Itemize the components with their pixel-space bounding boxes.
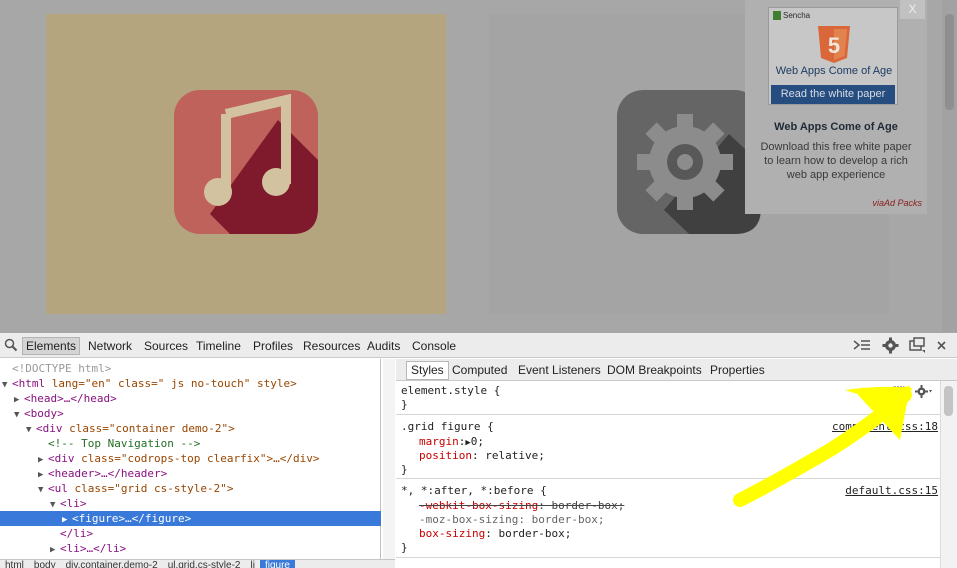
rule-selector: *, *:after, *:before { [401, 484, 547, 497]
dock-icon[interactable] [909, 337, 926, 353]
breadcrumb-item[interactable]: div.container.demo-2 [61, 560, 163, 568]
style-rule-universal[interactable]: *, *:after, *:before { default.css:15 -w… [396, 480, 941, 558]
tree-node-li-collapsed[interactable]: ▶ <li>…</li> [50, 541, 126, 556]
elements-tree[interactable]: <!DOCTYPE html> ▼ <html lang="en" class="… [0, 359, 381, 568]
tree-node-li-close[interactable]: </li> [60, 526, 93, 541]
tree-node-li[interactable]: ▼ <li> [50, 496, 87, 511]
rule-close-brace: } [401, 463, 408, 476]
collapse-arrow-icon[interactable]: ▼ [14, 408, 24, 423]
css-property-overridden[interactable]: -webkit-box-sizing: border-box; [419, 499, 624, 513]
add-rule-icon[interactable]: + [872, 384, 880, 399]
tree-node-container[interactable]: ▼ <div class="container demo-2"> [26, 421, 235, 436]
tree-node-comment[interactable]: <!-- Top Navigation --> [48, 436, 200, 451]
styles-tabs: Styles Computed Event Listeners DOM Brea… [396, 359, 957, 381]
tree-node-ul-grid[interactable]: ▼ <ul class="grid cs-style-2"> [38, 481, 233, 496]
elements-scrollbar[interactable] [383, 359, 395, 568]
rule-close-brace: } [401, 398, 408, 411]
collapse-arrow-icon[interactable]: ▼ [2, 378, 12, 393]
breadcrumb-item[interactable]: ul.grid.cs-style-2 [163, 560, 246, 568]
expand-arrow-icon[interactable]: ▶ [50, 543, 60, 558]
tab-properties[interactable]: Properties [710, 363, 765, 377]
tab-resources[interactable]: Resources [303, 339, 360, 353]
svg-text:5: 5 [828, 33, 840, 58]
tab-profiles[interactable]: Profiles [253, 339, 293, 353]
tree-node-figure[interactable]: ▶ <figure>…</figure> [62, 511, 191, 526]
web-page-viewport: Sencha 5 Web Apps Come of Age Read the w… [0, 0, 957, 332]
collapse-arrow-icon[interactable]: ▼ [26, 423, 36, 438]
tab-audits[interactable]: Audits [367, 339, 400, 353]
tab-event-listeners[interactable]: Event Listeners [518, 363, 601, 377]
css-property[interactable]: box-sizing: border-box; [419, 527, 571, 541]
tree-node-header[interactable]: ▶ <header>…</header> [38, 466, 167, 481]
search-icon[interactable] [4, 338, 18, 352]
page-scrollbar[interactable] [942, 0, 957, 332]
html5-shield-icon: 5 [818, 26, 850, 63]
breadcrumb-item[interactable]: li [246, 560, 260, 568]
tab-dom-breakpoints[interactable]: DOM Breakpoints [607, 363, 702, 377]
gear-icon[interactable] [882, 337, 899, 354]
collapse-arrow-icon[interactable]: ▼ [50, 498, 60, 513]
read-white-paper-button[interactable]: Read the white paper [771, 85, 895, 104]
breadcrumb-item[interactable]: body [29, 560, 61, 568]
close-icon[interactable] [936, 337, 948, 353]
breadcrumb: html body div.container.demo-2 ul.grid.cs-s… [0, 559, 395, 568]
collapse-arrow-icon[interactable]: ▼ [38, 483, 48, 498]
rule-selector: element.style { [401, 384, 501, 397]
tab-styles[interactable]: Styles [406, 361, 449, 380]
source-link[interactable]: default.css:15 [845, 484, 938, 498]
source-link[interactable]: component.css:18 [832, 420, 938, 434]
style-rule-grid-figure[interactable]: .grid figure { component.css:18 margin:▶… [396, 416, 941, 479]
css-property[interactable]: position: relative; [419, 449, 545, 463]
tab-sources[interactable]: Sources [144, 339, 188, 353]
tree-node-doctype[interactable]: <!DOCTYPE html> [12, 361, 111, 376]
tree-node-head[interactable]: ▶ <head>…</head> [14, 391, 117, 406]
breadcrumb-item-selected[interactable]: figure [259, 560, 295, 568]
breadcrumb-item[interactable]: html [0, 560, 29, 568]
music-tile[interactable] [46, 14, 446, 314]
gear-icon[interactable] [915, 385, 933, 398]
tab-timeline[interactable]: Timeline [196, 339, 241, 353]
devtools: Elements Network Sources Timeline Profil… [0, 332, 957, 568]
ad-close-button[interactable]: X [900, 0, 925, 19]
rule-close-brace: } [401, 541, 408, 554]
tab-network[interactable]: Network [88, 339, 132, 353]
ad-brand: Sencha [783, 11, 811, 20]
tree-node-html[interactable]: ▼ <html lang="en" class=" js no-touch" st… [2, 376, 297, 391]
sencha-logo: Sencha [773, 11, 811, 21]
style-rule-element[interactable]: element.style { } + [396, 381, 941, 415]
ad-banner-title: Web Apps Come of Age [775, 65, 893, 77]
ad-description: Download this free white paper to learn … [760, 141, 912, 181]
ad-panel: Sencha 5 Web Apps Come of Age Read the w… [745, 0, 927, 214]
styles-scroll-thumb[interactable] [944, 386, 953, 416]
tab-computed[interactable]: Computed [452, 363, 507, 377]
ad-via-link[interactable]: viaAd Packs [872, 198, 922, 208]
element-state-icon[interactable] [893, 386, 905, 398]
tab-elements[interactable]: Elements [22, 337, 81, 355]
rule-selector: .grid figure { [401, 420, 494, 433]
ad-title[interactable]: Web Apps Come of Age [745, 121, 927, 133]
styles-scrollbar[interactable] [940, 381, 957, 568]
css-property[interactable]: margin:▶0; [419, 435, 484, 450]
console-drawer-icon[interactable] [852, 337, 872, 353]
css-property-unsupported[interactable]: -moz-box-sizing: border-box; [419, 513, 604, 527]
tree-node-codrops-top[interactable]: ▶ <div class="codrops-top clearfix">…</di… [38, 451, 320, 466]
page-scroll-thumb[interactable] [945, 14, 954, 110]
tab-console[interactable]: Console [412, 339, 456, 353]
tree-node-body[interactable]: ▼ <body> [14, 406, 64, 421]
ad-banner[interactable]: Sencha 5 Web Apps Come of Age Read the w… [768, 7, 898, 105]
music-note-icon [174, 90, 318, 234]
devtools-toolbar: Elements Network Sources Timeline Profil… [0, 333, 957, 358]
styles-sidebar: Styles Computed Event Listeners DOM Brea… [396, 359, 957, 568]
